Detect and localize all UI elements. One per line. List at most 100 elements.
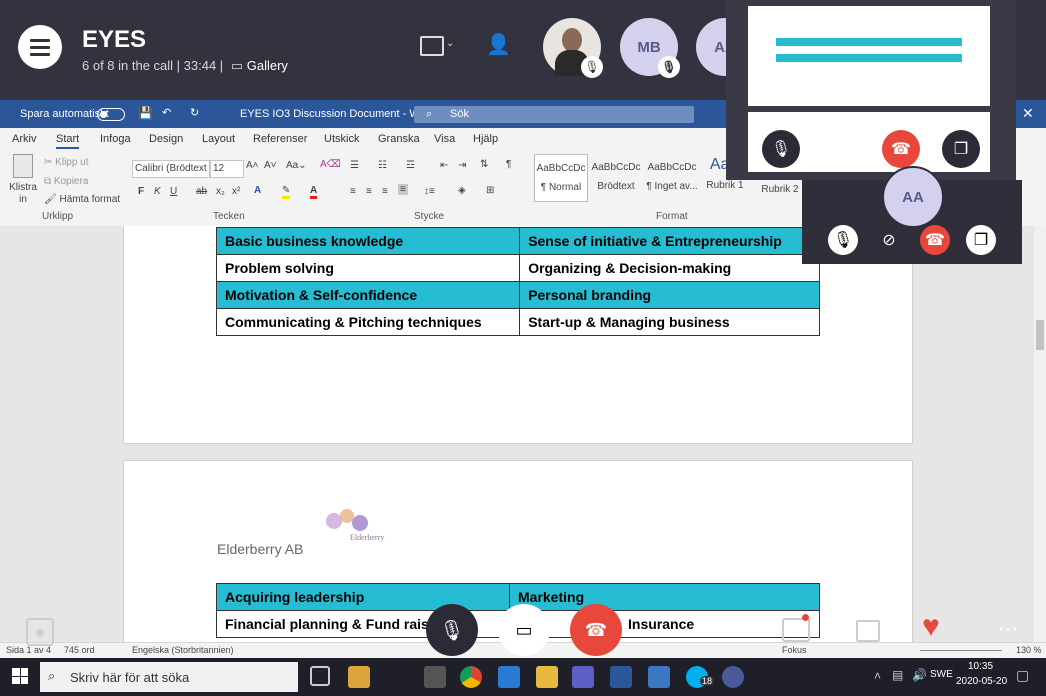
change-case-icon[interactable]: Aa⌄	[286, 160, 307, 171]
tab-start[interactable]: Start	[56, 133, 80, 149]
screenshot-icon[interactable]: ◉	[26, 618, 54, 646]
copy-button[interactable]: ⧉ Kopiera	[44, 176, 88, 187]
strikethrough-button[interactable]: ab	[196, 186, 207, 197]
style-inget-avstand[interactable]: AaBbCcDc ¶ Inget av...	[644, 154, 700, 200]
windows-start-icon[interactable]	[12, 668, 28, 684]
scrollbar-thumb[interactable]	[1036, 320, 1044, 350]
increase-indent-icon[interactable]: ⇥	[458, 160, 466, 171]
calculator-icon[interactable]	[424, 666, 446, 688]
task-view-icon[interactable]	[310, 666, 330, 686]
shrink-font-icon[interactable]: A˅	[264, 160, 277, 171]
bullets-icon[interactable]: ☰	[350, 160, 359, 171]
file-explorer-icon[interactable]	[536, 666, 558, 688]
add-participant-icon[interactable]: 👤	[486, 32, 511, 57]
word-icon[interactable]	[610, 666, 632, 688]
bold-button[interactable]: F	[138, 186, 144, 197]
tab-granska[interactable]: Granska	[378, 133, 420, 145]
tab-referenser[interactable]: Referenser	[253, 133, 307, 145]
undo-icon[interactable]: ↶	[162, 106, 171, 119]
notification-icon[interactable]: ▢	[1016, 667, 1029, 684]
skype-icon[interactable]: 18	[686, 666, 715, 688]
volume-icon[interactable]: 🔊	[912, 668, 927, 682]
end-call-button[interactable]: ☎	[570, 604, 622, 656]
font-color-icon[interactable]: A	[310, 185, 318, 199]
save-icon[interactable]: 💾	[138, 106, 153, 120]
network-icon[interactable]: ▤	[892, 668, 903, 682]
style-normal[interactable]: AaBbCcDc ¶ Normal	[534, 154, 588, 202]
muted-mic-icon[interactable]: 🎙	[762, 130, 800, 168]
chat-icon[interactable]	[782, 618, 810, 642]
heart-icon[interactable]: ♥	[922, 610, 940, 644]
camera-off-icon[interactable]: ⊘	[874, 225, 904, 255]
chevron-up-icon[interactable]: ˄	[874, 669, 881, 683]
paste-button[interactable]: Klistra in	[8, 154, 38, 206]
font-size-select[interactable]: 12	[210, 160, 244, 178]
app-icon[interactable]	[722, 666, 744, 688]
style-brodtext[interactable]: AaBbCcDc Brödtext	[590, 154, 642, 200]
multilevel-icon[interactable]: ☲	[406, 160, 415, 171]
search-box[interactable]: ⌕ Sök	[414, 106, 694, 123]
end-call-icon[interactable]: ☎	[920, 225, 950, 255]
switch-view-icon[interactable]	[856, 620, 880, 642]
self-view[interactable]: AA 🎙 ⊘ ☎ ❐	[802, 166, 1022, 264]
taskbar-search[interactable]: ⌕ Skriv här för att söka	[40, 662, 298, 692]
tab-hjalp[interactable]: Hjälp	[473, 133, 498, 145]
popout-icon[interactable]: ❐	[966, 225, 996, 255]
layout-icon[interactable]	[420, 36, 444, 56]
superscript-button[interactable]: x²	[232, 186, 240, 197]
align-left-icon[interactable]: ≡	[350, 186, 356, 197]
align-center-icon[interactable]: ≡	[366, 186, 372, 197]
tab-utskick[interactable]: Utskick	[324, 133, 359, 145]
italic-button[interactable]: K	[154, 186, 161, 197]
language-indicator[interactable]: SWE	[930, 669, 953, 680]
mic-icon[interactable]: 🎙	[828, 225, 858, 255]
more-options-icon[interactable]: ⋯	[998, 616, 1018, 641]
participant-avatar[interactable]: MB 🎙	[620, 18, 680, 78]
camera-icon[interactable]: ▭	[822, 130, 860, 168]
tab-layout[interactable]: Layout	[202, 133, 235, 145]
numbering-icon[interactable]: ☷	[378, 160, 387, 171]
cut-button[interactable]: ✂ Klipp ut	[44, 157, 89, 168]
mute-button[interactable]: 🎙	[426, 604, 478, 656]
popout-icon[interactable]: ❐	[942, 130, 980, 168]
screen-share-preview[interactable]: 🎙 ▭ ☎ ❐	[726, 0, 1016, 180]
tab-visa[interactable]: Visa	[434, 133, 455, 145]
sort-icon[interactable]: ⇅	[480, 159, 488, 170]
focus-button[interactable]: Fokus	[782, 645, 807, 655]
store-icon[interactable]	[348, 666, 370, 688]
subscript-button[interactable]: x₂	[216, 186, 225, 197]
shading-icon[interactable]: ◈	[458, 185, 466, 196]
align-right-icon[interactable]: ≡	[382, 186, 388, 197]
clock-time[interactable]: 10:35	[968, 661, 993, 672]
justify-icon[interactable]: ≡	[398, 184, 408, 195]
format-painter-button[interactable]: 🖌 Hämta format	[44, 194, 120, 205]
decrease-indent-icon[interactable]: ⇤	[440, 160, 448, 171]
teams-icon[interactable]	[572, 666, 594, 688]
zoom-slider[interactable]	[920, 650, 1002, 651]
borders-icon[interactable]: ⊞	[486, 185, 494, 196]
end-call-icon[interactable]: ☎	[882, 130, 920, 168]
font-name-select[interactable]: Calibri (Brödtext	[132, 160, 210, 178]
grow-font-icon[interactable]: A˄	[246, 160, 259, 171]
clear-format-icon[interactable]: A⌫	[320, 159, 341, 170]
text-effects-icon[interactable]: A	[254, 185, 261, 196]
language-status[interactable]: Engelska (Storbritannien)	[132, 645, 234, 655]
clock-date[interactable]: 2020-05-20	[956, 676, 1007, 687]
mail-icon[interactable]	[498, 666, 520, 688]
autosave-toggle[interactable]	[97, 108, 125, 121]
tab-arkiv[interactable]: Arkiv	[12, 133, 36, 145]
camera-button[interactable]: ▭	[498, 604, 550, 656]
highlight-icon[interactable]: ✎	[282, 185, 291, 199]
redo-icon[interactable]: ↻	[190, 106, 199, 119]
photos-icon[interactable]	[648, 666, 670, 688]
line-spacing-icon[interactable]: ↕≡	[424, 186, 435, 197]
zoom-level[interactable]: 130 %	[1016, 645, 1042, 655]
tab-infoga[interactable]: Infoga	[100, 133, 131, 145]
participant-avatar[interactable]: 🎙	[543, 18, 603, 78]
chrome-icon[interactable]	[460, 666, 482, 688]
menu-button[interactable]	[18, 25, 62, 69]
pilcrow-icon[interactable]: ¶	[506, 159, 511, 170]
close-icon[interactable]: ✕	[1022, 105, 1034, 122]
tab-design[interactable]: Design	[149, 133, 183, 145]
vertical-scrollbar[interactable]	[1034, 226, 1046, 642]
